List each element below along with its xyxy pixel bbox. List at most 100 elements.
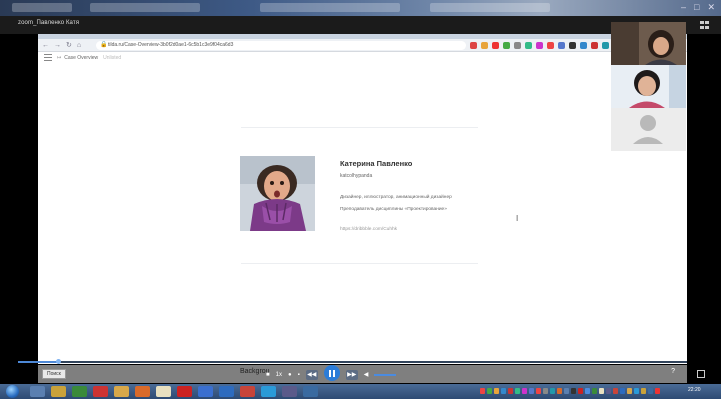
start-button[interactable] bbox=[6, 385, 19, 398]
tray-icon[interactable] bbox=[557, 388, 562, 394]
screen-recording: – □ ✕ zoom_Павленко Катя ← → ↻ ⌂ 🔒 tilda… bbox=[0, 0, 721, 399]
tray-icon[interactable] bbox=[515, 388, 520, 394]
tray-icon[interactable] bbox=[571, 388, 576, 394]
avatar-placeholder-icon bbox=[611, 108, 686, 151]
tray-icon[interactable] bbox=[641, 388, 646, 394]
tray-icon[interactable] bbox=[620, 388, 625, 394]
tray-icon[interactable] bbox=[648, 388, 653, 394]
profile-link[interactable]: https://dribbble.com/Cuhhk bbox=[340, 227, 397, 232]
volume-slider[interactable] bbox=[374, 373, 397, 376]
taskbar-app-icon[interactable] bbox=[177, 386, 192, 397]
extension-icon[interactable] bbox=[591, 42, 598, 49]
tray-icon[interactable] bbox=[578, 388, 583, 394]
maximize-icon[interactable]: □ bbox=[694, 2, 699, 13]
taskbar-app-icon[interactable] bbox=[135, 386, 150, 397]
taskbar-app-icon[interactable] bbox=[219, 386, 234, 397]
fullscreen-icon[interactable] bbox=[697, 370, 705, 378]
tray-icon[interactable] bbox=[634, 388, 639, 394]
taskbar-app-icon[interactable] bbox=[261, 386, 276, 397]
url-field[interactable]: 🔒 tilda.ru/Case-Overview-3b0f2d0ae1-6c5b… bbox=[96, 41, 466, 50]
taskbar-app-icon[interactable] bbox=[156, 386, 171, 397]
extension-icon[interactable] bbox=[470, 42, 477, 49]
close-icon[interactable]: ✕ bbox=[707, 2, 715, 13]
fast-forward-icon[interactable]: ▶▶ bbox=[345, 369, 358, 380]
shared-screen: ← → ↻ ⌂ 🔒 tilda.ru/Case-Overview-3b0f2d0… bbox=[38, 34, 687, 364]
extension-icon[interactable] bbox=[492, 42, 499, 49]
tray-icon[interactable] bbox=[599, 388, 604, 394]
profile-role: Дизайнер, иллюстратор, анимационный диза… bbox=[340, 195, 452, 200]
tray-icon[interactable] bbox=[536, 388, 541, 394]
tray-icon[interactable] bbox=[592, 388, 597, 394]
host-tab bbox=[260, 3, 400, 12]
frame-icon[interactable]: ▪ bbox=[298, 370, 300, 380]
minimize-icon[interactable]: – bbox=[681, 2, 686, 13]
record-icon[interactable]: ● bbox=[288, 370, 292, 380]
taskbar-app-icon[interactable] bbox=[72, 386, 87, 397]
tray-icon[interactable] bbox=[480, 388, 485, 394]
tray-icon[interactable] bbox=[501, 388, 506, 394]
extension-icon[interactable] bbox=[547, 42, 554, 49]
tray-icon[interactable] bbox=[585, 388, 590, 394]
extension-icon[interactable] bbox=[481, 42, 488, 49]
divider bbox=[241, 263, 478, 264]
participant-video[interactable] bbox=[611, 65, 686, 108]
volume-icon[interactable]: ◀ bbox=[364, 370, 369, 380]
tray-icon[interactable] bbox=[543, 388, 548, 394]
extension-icon[interactable] bbox=[514, 42, 521, 49]
tray-icon[interactable] bbox=[508, 388, 513, 394]
tray-icon[interactable] bbox=[494, 388, 499, 394]
help-icon[interactable]: ? bbox=[671, 368, 675, 375]
breadcrumb-separator: ↦ bbox=[57, 55, 62, 61]
gallery-view-icon[interactable] bbox=[700, 21, 709, 29]
tray-icon[interactable] bbox=[606, 388, 611, 394]
rewind-icon[interactable]: ◀◀ bbox=[305, 369, 318, 380]
participant-video-off[interactable] bbox=[611, 108, 686, 151]
tray-icon[interactable] bbox=[487, 388, 492, 394]
taskbar-app-icon[interactable] bbox=[303, 386, 318, 397]
speed-label[interactable]: 1x bbox=[276, 370, 282, 380]
taskbar-app-icon[interactable] bbox=[30, 386, 45, 397]
text-cursor-icon: I bbox=[516, 214, 519, 223]
tray-icon[interactable] bbox=[655, 388, 660, 394]
taskbar-app-icon[interactable] bbox=[282, 386, 297, 397]
reload-icon[interactable]: ↻ bbox=[66, 41, 72, 50]
tray-icon[interactable] bbox=[564, 388, 569, 394]
windows-taskbar: 22:20 bbox=[0, 384, 721, 399]
tray-icon[interactable] bbox=[613, 388, 618, 394]
home-icon[interactable]: ⌂ bbox=[77, 41, 81, 50]
forward-icon[interactable]: → bbox=[54, 41, 61, 50]
menu-icon[interactable] bbox=[44, 54, 52, 61]
portrait-image bbox=[240, 156, 315, 231]
host-window-controls[interactable]: – □ ✕ bbox=[681, 2, 715, 13]
pause-button[interactable] bbox=[323, 365, 340, 381]
extension-icon[interactable] bbox=[569, 42, 576, 49]
lock-icon: 🔒 bbox=[100, 42, 108, 48]
back-icon[interactable]: ← bbox=[42, 41, 49, 50]
extension-icon[interactable] bbox=[536, 42, 543, 49]
tray-icon[interactable] bbox=[550, 388, 555, 394]
extension-icons bbox=[470, 42, 609, 49]
host-tab bbox=[12, 3, 72, 12]
taskbar-app-icon[interactable] bbox=[240, 386, 255, 397]
search-button[interactable]: Поиск bbox=[42, 369, 66, 379]
stop-icon[interactable]: ■ bbox=[266, 370, 270, 380]
participant-video[interactable] bbox=[611, 22, 686, 65]
divider bbox=[241, 127, 478, 128]
taskbar-app-icon[interactable] bbox=[114, 386, 129, 397]
taskbar-app-icon[interactable] bbox=[93, 386, 108, 397]
extension-icon[interactable] bbox=[503, 42, 510, 49]
playback-progress[interactable] bbox=[18, 359, 687, 364]
extension-icon[interactable] bbox=[580, 42, 587, 49]
breadcrumb-page[interactable]: Case Overview bbox=[64, 55, 98, 61]
extension-icon[interactable] bbox=[558, 42, 565, 49]
extension-icon[interactable] bbox=[602, 42, 609, 49]
taskbar-app-icon[interactable] bbox=[51, 386, 66, 397]
tray-icon[interactable] bbox=[529, 388, 534, 394]
extension-icon[interactable] bbox=[525, 42, 532, 49]
tray-icon[interactable] bbox=[522, 388, 527, 394]
taskbar-clock[interactable]: 22:20 bbox=[688, 387, 701, 393]
tray-icon[interactable] bbox=[627, 388, 632, 394]
taskbar-app-icon[interactable] bbox=[198, 386, 213, 397]
profile-name: Катерина Павленко bbox=[340, 159, 413, 168]
browser-address-bar: ← → ↻ ⌂ 🔒 tilda.ru/Case-Overview-3b0f2d0… bbox=[38, 39, 687, 52]
